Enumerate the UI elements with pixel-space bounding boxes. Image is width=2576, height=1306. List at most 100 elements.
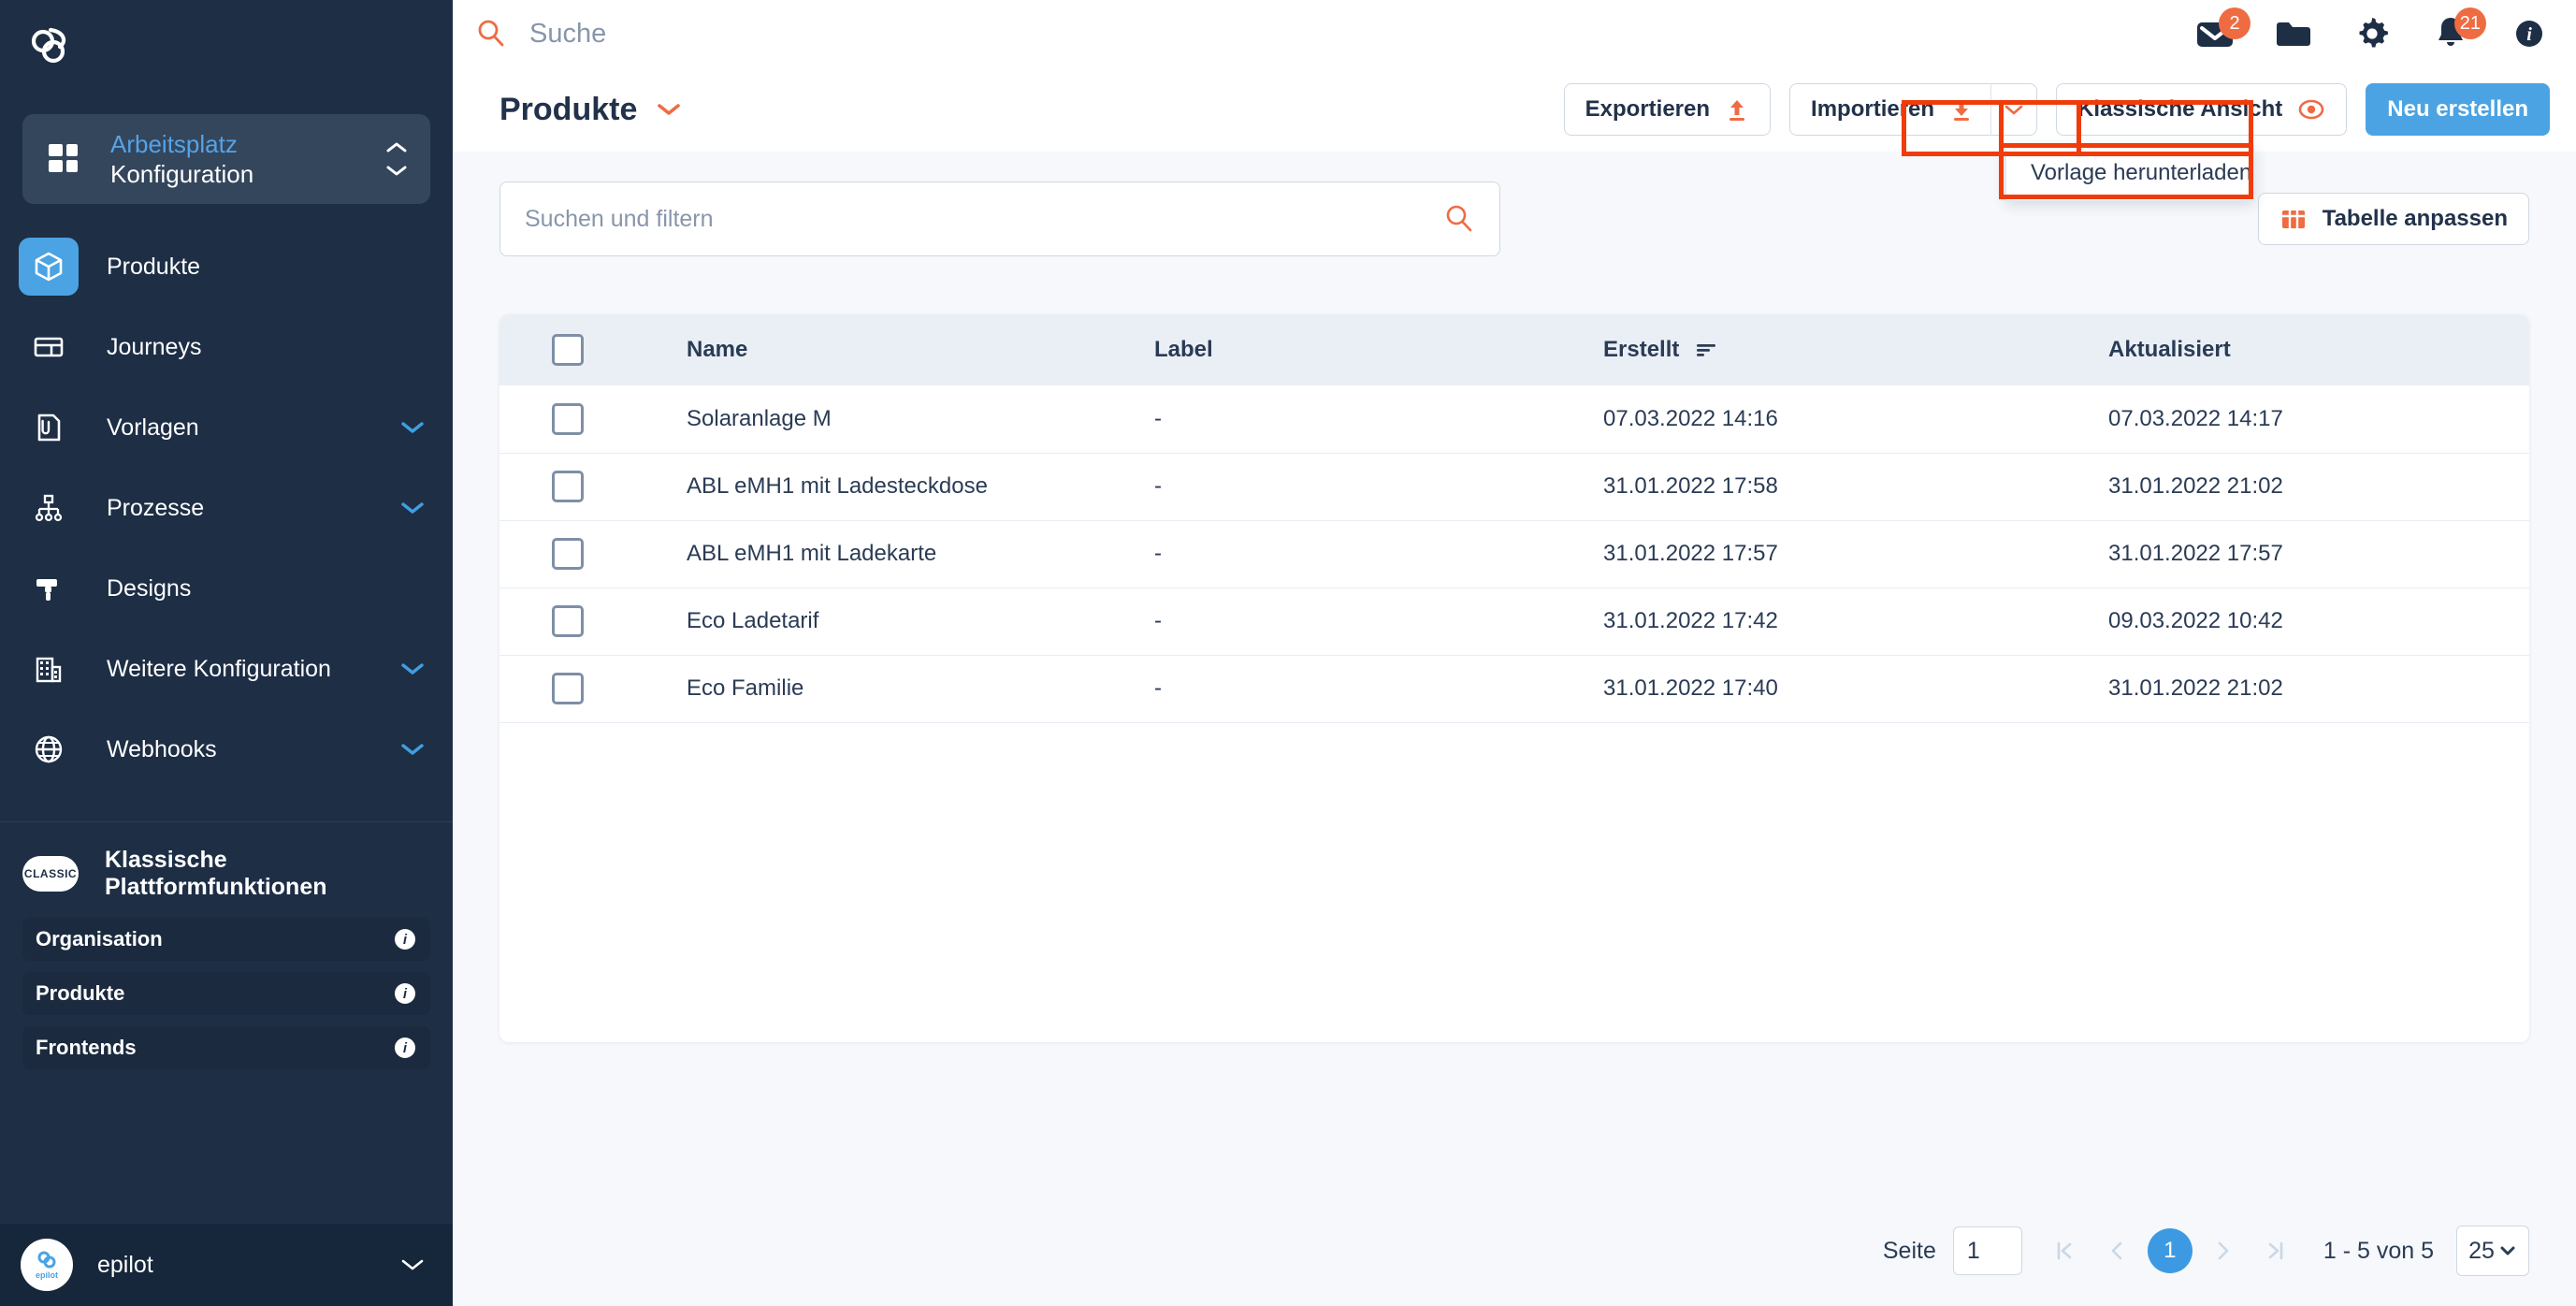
info-icon[interactable]: i [395, 983, 415, 1004]
sidebar-item-label: Prozesse [107, 494, 205, 521]
sort-descending-icon[interactable] [1694, 341, 1718, 359]
import-button-main[interactable]: Importieren [1790, 84, 1990, 135]
sidebar-item-prozesse[interactable]: Prozesse [0, 479, 453, 537]
search-icon[interactable] [1443, 203, 1475, 235]
sidebar-item-webhooks[interactable]: Webhooks [0, 720, 453, 778]
sidebar-item-journeys[interactable]: Journeys [0, 318, 453, 376]
user-name: epilot [97, 1251, 153, 1278]
select-all-cell [499, 314, 687, 385]
cell-updated: 31.01.2022 21:02 [2108, 675, 2283, 701]
sidebar-item-vorlagen[interactable]: Vorlagen [0, 399, 453, 457]
search-filter-input[interactable]: Suchen und filtern [499, 181, 1500, 256]
previous-page-button[interactable] [2095, 1229, 2138, 1272]
workspace-name: Arbeitsplatz [110, 129, 238, 158]
row-checkbox[interactable] [552, 471, 584, 502]
import-button[interactable]: Importieren [1789, 83, 2038, 136]
column-header-label[interactable]: Label [1154, 314, 1603, 385]
customize-table-button[interactable]: Tabelle anpassen [2257, 193, 2529, 245]
row-checkbox-cell [499, 453, 687, 520]
chevron-down-icon [2004, 105, 2023, 115]
chevron-first-icon [2057, 1241, 2072, 1260]
row-checkbox-cell [499, 385, 687, 453]
column-header-created[interactable]: Erstellt [1603, 314, 2108, 385]
current-page-button[interactable]: 1 [2147, 1228, 2192, 1273]
gear-icon[interactable] [2352, 13, 2393, 54]
sidebar-item-label: Vorlagen [107, 414, 199, 441]
sidebar: Arbeitsplatz Konfiguration Produkte Jour… [0, 0, 453, 1306]
table-row[interactable]: Eco Familie - 31.01.2022 17:40 31.01.202… [499, 655, 2529, 722]
cell-updated: 31.01.2022 17:57 [2108, 541, 2283, 566]
info-icon[interactable]: i [395, 929, 415, 950]
workspace-selector[interactable]: Arbeitsplatz Konfiguration [22, 114, 430, 204]
last-page-button[interactable] [2254, 1229, 2297, 1272]
row-checkbox-cell [499, 520, 687, 588]
table-row[interactable]: Solaranlage M - 07.03.2022 14:16 07.03.2… [499, 385, 2529, 453]
cell-name: Solaranlage M [687, 405, 832, 431]
chevron-down-icon[interactable] [398, 500, 427, 516]
chevron-down-icon[interactable] [398, 1256, 427, 1273]
classic-item-frontends[interactable]: Frontends i [22, 1026, 430, 1069]
first-page-button[interactable] [2043, 1229, 2086, 1272]
chevron-right-icon [2218, 1241, 2229, 1260]
sidebar-item-designs[interactable]: Designs [0, 559, 453, 617]
bell-icon[interactable]: 21 [2430, 7, 2486, 54]
layout-icon [19, 318, 79, 376]
classic-item-produkte[interactable]: Produkte i [22, 972, 430, 1015]
column-header-updated[interactable]: Aktualisiert [2108, 314, 2529, 385]
row-checkbox[interactable] [552, 605, 584, 637]
row-checkbox[interactable] [552, 673, 584, 704]
bell-badge: 21 [2453, 7, 2486, 39]
global-search-placeholder: Suche [529, 18, 607, 49]
paint-roller-icon [19, 559, 79, 617]
column-header-label: Aktualisiert [2108, 337, 2231, 362]
epilot-logo-icon [31, 27, 66, 64]
import-dropdown-toggle[interactable] [1991, 84, 2036, 135]
mail-icon[interactable]: 2 [2194, 7, 2250, 54]
content-area: Suchen und filtern Tabelle anpassen Name… [453, 152, 2576, 1196]
user-menu[interactable]: epilot epilot [0, 1224, 453, 1306]
dropdown-item-download-template[interactable]: Vorlage herunterladen [2006, 146, 2253, 200]
info-icon[interactable]: i [2509, 13, 2550, 54]
classic-section-header: CLASSIC Klassische Plattformfunktionen [0, 822, 453, 918]
classic-item-label: Frontends [36, 1036, 137, 1059]
select-all-checkbox[interactable] [552, 334, 584, 366]
row-checkbox[interactable] [552, 538, 584, 570]
cell-created: 31.01.2022 17:58 [1603, 473, 1778, 499]
info-icon[interactable]: i [395, 1038, 415, 1058]
pagination: Seite 1 1 1 - 5 von 5 25 [453, 1196, 2576, 1306]
create-new-button-label: Neu erstellen [2387, 96, 2528, 122]
folder-icon[interactable] [2273, 13, 2314, 54]
classic-item-organisation[interactable]: Organisation i [22, 918, 430, 961]
sidebar-item-weitere-konfiguration[interactable]: Weitere Konfiguration [0, 640, 453, 698]
sidebar-item-produkte[interactable]: Produkte [0, 238, 453, 296]
export-button[interactable]: Exportieren [1563, 83, 1772, 136]
import-dropdown-menu: Vorlage herunterladen [2005, 145, 2254, 201]
row-checkbox-cell [499, 655, 687, 722]
chevron-down-icon[interactable] [398, 660, 427, 677]
chevron-down-icon[interactable] [398, 741, 427, 758]
cell-updated: 09.03.2022 10:42 [2108, 608, 2283, 633]
next-page-button[interactable] [2202, 1229, 2245, 1272]
global-search-input[interactable]: Suche [475, 18, 2194, 50]
page-number-input[interactable]: 1 [1952, 1226, 2022, 1275]
pagination-controls: 1 [2043, 1228, 2297, 1273]
column-header-name[interactable]: Name [687, 314, 1154, 385]
classic-view-button-label: Klassische Ansicht [2077, 96, 2283, 122]
chevron-last-icon [2268, 1241, 2283, 1260]
chevron-left-icon [2111, 1241, 2122, 1260]
table-row[interactable]: ABL eMH1 mit Ladekarte - 31.01.2022 17:5… [499, 520, 2529, 588]
upload-icon [1729, 100, 1745, 121]
download-icon [1954, 101, 1970, 121]
row-checkbox[interactable] [552, 402, 584, 435]
chevron-down-icon[interactable] [654, 100, 684, 119]
brand-logo[interactable] [0, 0, 453, 94]
table-head: Name Label Erstellt Aktualisiert [499, 314, 2529, 385]
table-row[interactable]: Eco Ladetarif - 31.01.2022 17:42 09.03.2… [499, 588, 2529, 655]
create-new-button[interactable]: Neu erstellen [2366, 83, 2550, 136]
page-size-select[interactable]: 25 [2456, 1226, 2529, 1276]
table-row[interactable]: ABL eMH1 mit Ladesteckdose - 31.01.2022 … [499, 453, 2529, 520]
cell-updated: 31.01.2022 21:02 [2108, 473, 2283, 499]
classic-view-button[interactable]: Klassische Ansicht [2056, 83, 2348, 136]
topbar: Suche 2 21 i [453, 0, 2576, 67]
chevron-down-icon[interactable] [398, 419, 427, 436]
